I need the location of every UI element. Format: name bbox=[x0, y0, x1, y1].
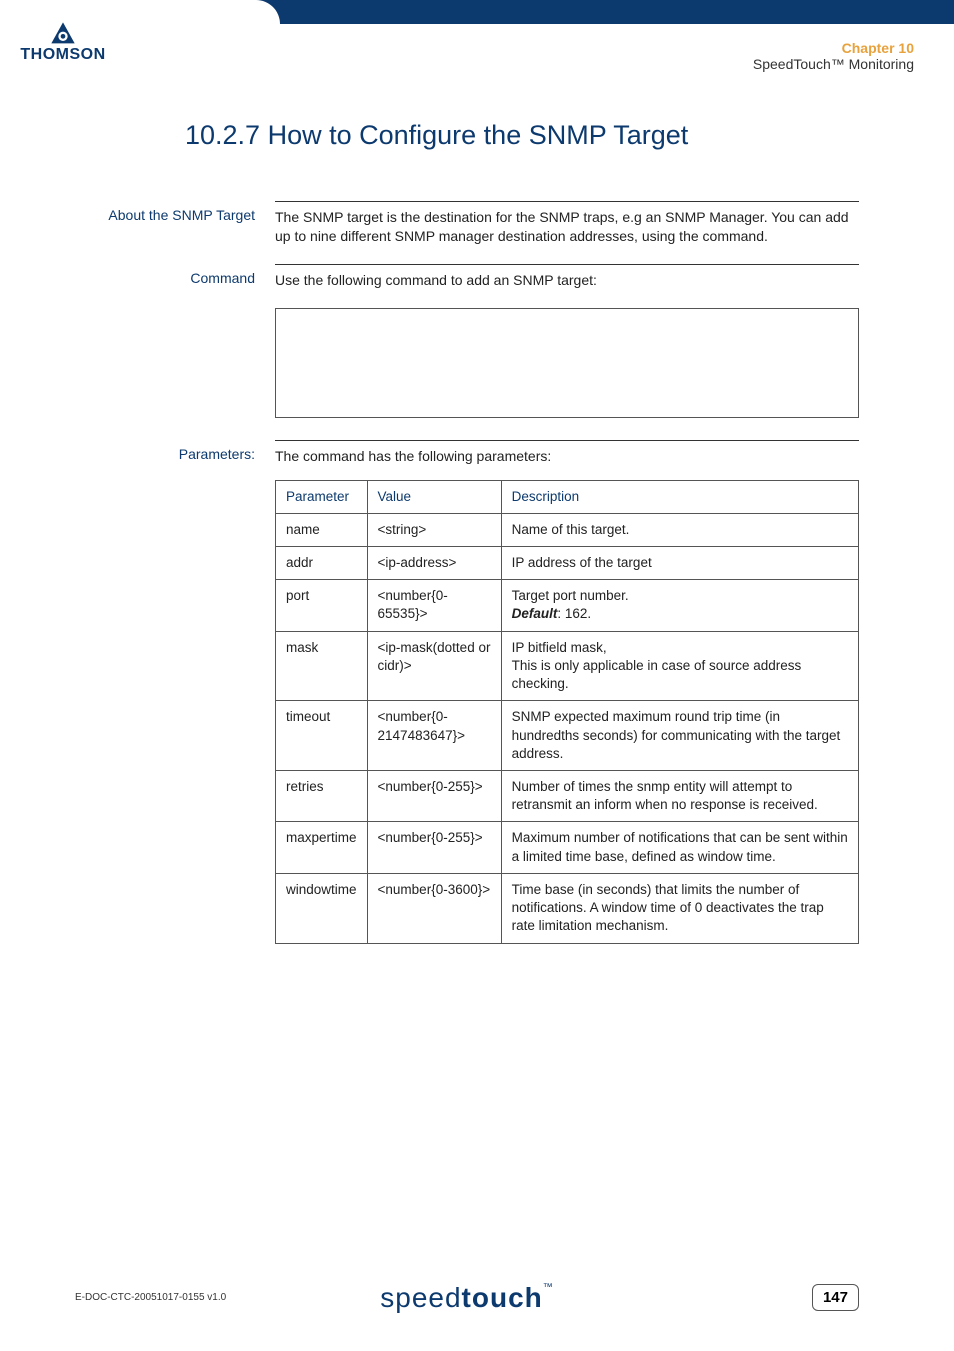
table-row: timeout <number{0-2147483647}> SNMP expe… bbox=[276, 701, 859, 771]
cell-value: <number{0-2147483647}> bbox=[367, 701, 501, 771]
table-header-row: Parameter Value Description bbox=[276, 480, 859, 513]
table-row: maxpertime <number{0-255}> Maximum numbe… bbox=[276, 822, 859, 873]
cell-param: retries bbox=[276, 770, 368, 821]
section-about: About the SNMP Target The SNMP target is… bbox=[75, 201, 859, 246]
chapter-label: Chapter 10 bbox=[753, 40, 914, 56]
cell-param: port bbox=[276, 580, 368, 631]
th-description: Description bbox=[501, 480, 858, 513]
cell-desc: IP bitfield mask, This is only applicabl… bbox=[501, 631, 858, 701]
cell-value: <ip-mask(dotted or cidr)> bbox=[367, 631, 501, 701]
chapter-sub: SpeedTouch™ Monitoring bbox=[753, 56, 914, 72]
section-parameters: Parameters: The command has the followin… bbox=[75, 440, 859, 944]
brand-light: speed bbox=[380, 1282, 461, 1313]
thomson-logo: THOMSON bbox=[18, 20, 108, 64]
parameters-intro: The command has the following parameters… bbox=[275, 448, 551, 464]
page-title: 10.2.7 How to Configure the SNMP Target bbox=[75, 120, 859, 151]
header-right: Chapter 10 SpeedTouch™ Monitoring bbox=[753, 40, 914, 72]
cell-desc: Target port number.Default: 162. bbox=[501, 580, 858, 631]
cell-desc: Maximum number of notifications that can… bbox=[501, 822, 858, 873]
table-row: windowtime <number{0-3600}> Time base (i… bbox=[276, 873, 859, 943]
section-label-about: About the SNMP Target bbox=[75, 201, 275, 223]
cell-param: addr bbox=[276, 547, 368, 580]
cell-value: <string> bbox=[367, 513, 501, 546]
page-content: 10.2.7 How to Configure the SNMP Target … bbox=[75, 120, 859, 962]
cell-desc: Number of times the snmp entity will att… bbox=[501, 770, 858, 821]
section-body-about: The SNMP target is the destination for t… bbox=[275, 201, 859, 246]
section-command: Command Use the following command to add… bbox=[75, 264, 859, 290]
thomson-logo-icon bbox=[18, 20, 108, 48]
th-parameter: Parameter bbox=[276, 480, 368, 513]
table-row: port <number{0-65535}> Target port numbe… bbox=[276, 580, 859, 631]
cell-param: maxpertime bbox=[276, 822, 368, 873]
cell-param: name bbox=[276, 513, 368, 546]
cell-value: <number{0-65535}> bbox=[367, 580, 501, 631]
cell-desc: IP address of the target bbox=[501, 547, 858, 580]
section-label-command: Command bbox=[75, 264, 275, 286]
brand-bold: touch bbox=[462, 1282, 543, 1313]
section-body-command: Use the following command to add an SNMP… bbox=[275, 264, 859, 290]
code-box bbox=[275, 308, 859, 418]
table-row: retries <number{0-255}> Number of times … bbox=[276, 770, 859, 821]
brand-logo: speedtouch™ bbox=[380, 1282, 554, 1314]
page-footer: E-DOC-CTC-20051017-0155 v1.0 speedtouch™… bbox=[75, 1284, 859, 1311]
thomson-logo-text: THOMSON bbox=[18, 46, 108, 64]
parameters-table: Parameter Value Description name <string… bbox=[275, 480, 859, 944]
cell-param: windowtime bbox=[276, 873, 368, 943]
cell-value: <ip-address> bbox=[367, 547, 501, 580]
header-bar bbox=[0, 0, 954, 24]
section-body-parameters: The command has the following parameters… bbox=[275, 440, 859, 944]
section-label-parameters: Parameters: bbox=[75, 440, 275, 462]
cell-desc: Name of this target. bbox=[501, 513, 858, 546]
table-row: addr <ip-address> IP address of the targ… bbox=[276, 547, 859, 580]
page-number: 147 bbox=[812, 1284, 859, 1311]
table-row: name <string> Name of this target. bbox=[276, 513, 859, 546]
table-row: mask <ip-mask(dotted or cidr)> IP bitfie… bbox=[276, 631, 859, 701]
cell-value: <number{0-255}> bbox=[367, 822, 501, 873]
cell-param: mask bbox=[276, 631, 368, 701]
cell-desc: SNMP expected maximum round trip time (i… bbox=[501, 701, 858, 771]
cell-param: timeout bbox=[276, 701, 368, 771]
cell-desc: Time base (in seconds) that limits the n… bbox=[501, 873, 858, 943]
cell-value: <number{0-3600}> bbox=[367, 873, 501, 943]
brand-tm: ™ bbox=[543, 1282, 554, 1293]
doc-id: E-DOC-CTC-20051017-0155 v1.0 bbox=[75, 1292, 226, 1303]
cell-value: <number{0-255}> bbox=[367, 770, 501, 821]
th-value: Value bbox=[367, 480, 501, 513]
